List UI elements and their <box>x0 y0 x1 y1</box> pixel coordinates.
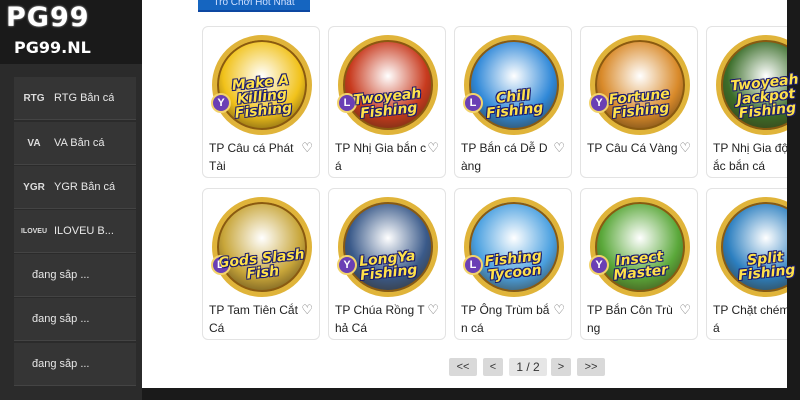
sidebar-item-0[interactable]: RTG RTG Bắn cá <box>14 77 136 120</box>
sidebar-item-label: đang sắp ... <box>32 358 90 370</box>
sidebar-item-label: RTG Bắn cá <box>54 92 115 104</box>
game-card[interactable]: Fishing Tycoon L TP Ông Trùm bắn cá ♡ <box>454 188 572 340</box>
pager-current: 1 / 2 <box>509 358 547 376</box>
bottom-edge <box>142 388 800 400</box>
right-edge <box>787 0 800 400</box>
sidebar-item-label: ILOVEU B... <box>54 225 114 237</box>
sidebar-item-label: VA Bắn cá <box>54 137 105 149</box>
logo-main-text: PG99 <box>6 2 90 33</box>
sidebar: PG99 PG99.NL RTG RTG Bắn cá VA VA Bắn cá YGR… <box>0 0 142 400</box>
favorite-heart-icon[interactable]: ♡ <box>553 301 565 319</box>
sidebar-item-2[interactable]: YGR YGR Bắn cá <box>14 166 136 209</box>
main-content: Trò Chơi Hot Nhất Make A Killing Fishing… <box>142 0 800 388</box>
game-card[interactable]: Split FishingTP Chặt chém cá♡ <box>706 188 800 340</box>
game-thumbnail[interactable]: Insect Master Y <box>587 195 693 299</box>
game-thumbnail[interactable]: Twoyeah Fishing L <box>335 33 441 137</box>
pager-prev-button[interactable]: < <box>483 358 503 376</box>
game-title: TP Bắn Côn Trùng <box>587 303 673 335</box>
game-title: TP Tam Tiên Cắt Cá <box>209 303 298 335</box>
game-thumbnail[interactable]: Make A Killing Fishing Y <box>209 33 315 137</box>
sidebar-item-label: đang sắp ... <box>32 269 90 281</box>
favorite-heart-icon[interactable]: ♡ <box>553 139 565 157</box>
sidebar-item-6[interactable]: đang sắp ... <box>14 343 136 386</box>
iloveu-logo-icon: ILOVEU <box>20 227 48 235</box>
logo-sub-text: PG99.NL <box>14 38 91 57</box>
game-card[interactable]: LongYa Fishing Y TP Chúa Rồng Thả Cá ♡ <box>328 188 446 340</box>
pager-first-button[interactable]: << <box>449 358 477 376</box>
favorite-heart-icon[interactable]: ♡ <box>301 139 313 157</box>
game-thumbnail[interactable]: Fishing Tycoon L <box>461 195 567 299</box>
game-card[interactable]: Insect Master Y TP Bắn Côn Trùng ♡ <box>580 188 698 340</box>
game-card[interactable]: Twoyeah Fishing L TP Nhị Gia bắn cá ♡ <box>328 26 446 178</box>
game-title: TP Câu Cá Vàng <box>587 141 678 155</box>
favorite-heart-icon[interactable]: ♡ <box>679 139 691 157</box>
sidebar-item-label: YGR Bắn cá <box>54 181 116 193</box>
game-card[interactable]: Make A Killing Fishing Y TP Câu cá Phát Tà… <box>202 26 320 178</box>
pager-last-button[interactable]: >> <box>577 358 605 376</box>
game-thumbnail[interactable]: Gods Slash Fish D <box>209 195 315 299</box>
sidebar-item-4[interactable]: đang sắp ... <box>14 254 136 297</box>
ygr-logo-icon: YGR <box>23 181 45 193</box>
game-thumbnail[interactable]: Chill Fishing L <box>461 33 567 137</box>
game-title: TP Nhị Gia bắn cá <box>335 141 427 173</box>
game-card[interactable]: Chill Fishing L TP Bắn cá Dễ Dàng ♡ <box>454 26 572 178</box>
game-title: TP Chúa Rồng Thả Cá <box>335 303 425 335</box>
pager-next-button[interactable]: > <box>551 358 571 376</box>
sidebar-item-3[interactable]: ILOVEU ILOVEU B... <box>14 210 136 253</box>
sidebar-item-1[interactable]: VA VA Bắn cá <box>14 122 136 165</box>
favorite-heart-icon[interactable]: ♡ <box>679 301 691 319</box>
favorite-heart-icon[interactable]: ♡ <box>301 301 313 319</box>
game-card[interactable]: Twoyeah Jackpot Fishing TP Nhị Gia độc đắ… <box>706 26 800 178</box>
game-title: TP Ông Trùm bắn cá <box>461 303 550 335</box>
game-logo-text: Twoyeah Jackpot Fishing <box>729 71 800 122</box>
game-card[interactable]: Fortune Fishing Y TP Câu Cá Vàng ♡ <box>580 26 698 178</box>
favorite-heart-icon[interactable]: ♡ <box>427 301 439 319</box>
tab-hot-games[interactable]: Trò Chơi Hot Nhất <box>198 0 310 12</box>
rtg-logo-icon: RTG <box>23 92 45 104</box>
game-title: TP Câu cá Phát Tài <box>209 141 294 173</box>
brand-logo[interactable]: PG99 PG99.NL <box>0 0 142 64</box>
sidebar-item-5[interactable]: đang sắp ... <box>14 298 136 341</box>
sidebar-item-label: đang sắp ... <box>32 313 90 325</box>
game-card[interactable]: Gods Slash Fish D TP Tam Tiên Cắt Cá ♡ <box>202 188 320 340</box>
game-thumbnail[interactable]: LongYa Fishing Y <box>335 195 441 299</box>
game-title: TP Bắn cá Dễ Dàng <box>461 141 548 173</box>
va-logo-icon: VA <box>27 137 41 149</box>
game-thumbnail[interactable]: Fortune Fishing Y <box>587 33 693 137</box>
favorite-heart-icon[interactable]: ♡ <box>427 139 439 157</box>
